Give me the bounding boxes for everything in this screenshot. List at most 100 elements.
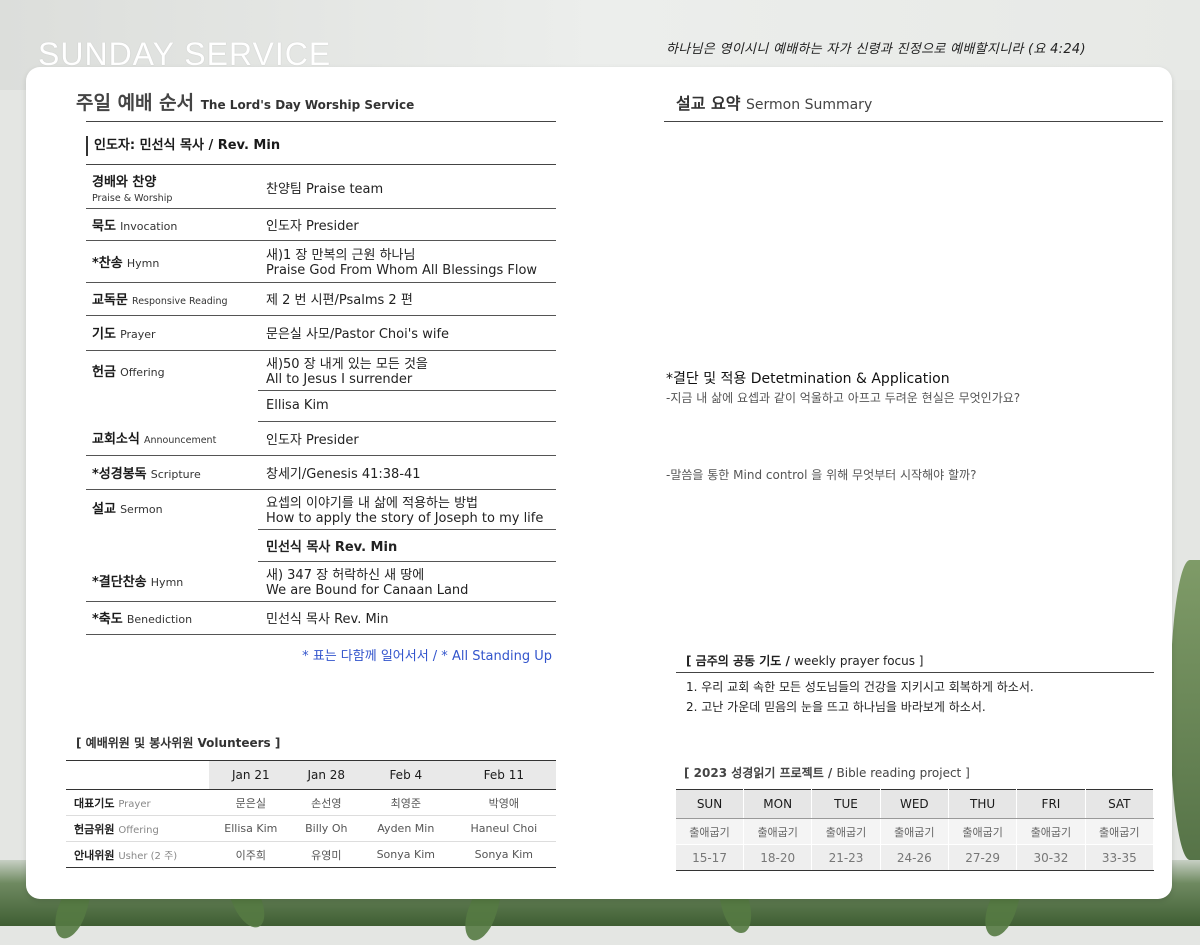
sermon-summary-title: 설교 요약 Sermon Summary	[676, 90, 872, 114]
volunteer-name: Ayden Min	[359, 815, 452, 842]
date-header: Jan 21	[209, 760, 293, 790]
order-row: 경배와 찬양 Praise & Worship 찬양팀 Praise team	[86, 168, 556, 209]
book-name: 출애굽기	[676, 818, 745, 845]
day-header: SUN	[676, 789, 745, 819]
table-row: 대표기도 Prayer 문은실 손선영 최영준 박영애	[66, 789, 556, 816]
order-row: 기도 Prayer 문은실 사모/Pastor Choi's wife	[86, 315, 556, 351]
day-header: MON	[743, 789, 813, 819]
order-item-value: 인도자 Presider	[258, 421, 556, 456]
sermon-summary-title-en: Sermon Summary	[746, 97, 873, 113]
volunteer-name: Sonya Kim	[359, 841, 452, 868]
order-item-value: 민선식 목사 Rev. Min	[258, 601, 556, 635]
order-item-label: 교독문 Responsive Reading	[86, 282, 258, 316]
order-item-preacher: 민선식 목사 Rev. Min	[258, 529, 556, 562]
volunteer-name: 이주희	[209, 841, 293, 868]
day-header: WED	[880, 789, 949, 819]
order-row: *성경봉독 Scripture 창세기/Genesis 41:38-41	[86, 455, 556, 490]
scripture-verse: 하나님은 영이시니 예배하는 자가 신령과 진정으로 예배할지니라 (요 4:2…	[666, 42, 1086, 57]
order-row: 민선식 목사 Rev. Min	[86, 529, 556, 562]
day-header: TUE	[811, 789, 881, 819]
book-name: 출애굽기	[948, 818, 1018, 845]
worship-order-title-en: The Lord's Day Worship Service	[200, 98, 415, 112]
book-name: 출애굽기	[1085, 818, 1155, 845]
volunteers-table: Jan 21 Jan 28 Feb 4 Feb 11 대표기도 Prayer 문…	[66, 760, 556, 868]
order-item-value: 문은실 사모/Pastor Choi's wife	[258, 315, 556, 351]
order-item-label: *결단찬송 Hymn	[86, 561, 258, 602]
order-item-label: 기도 Prayer	[86, 315, 258, 351]
order-row: 헌금 Offering 새)50 장 내게 있는 모든 것을 All to Jes…	[86, 350, 556, 391]
order-item-label: 헌금 Offering	[92, 364, 165, 380]
order-item-label: *찬송 Hymn	[86, 240, 258, 283]
worship-order-table: 경배와 찬양 Praise & Worship 찬양팀 Praise team 묵…	[86, 168, 556, 635]
chapters-row: 15-17 18-20 21-23 24-26 27-29 30-32 33-3…	[676, 844, 1155, 871]
order-item-label: *축도 Benediction	[86, 601, 258, 635]
order-item-offering-name: Ellisa Kim	[258, 390, 556, 422]
order-row: 설교 Sermon 요셉의 이야기를 내 삶에 적용하는 방법 How to ap…	[86, 489, 556, 530]
volunteer-name: Sonya Kim	[451, 841, 556, 868]
order-item-value: 새) 347 장 허락하신 새 땅에 We are Bound for Canaa…	[258, 561, 556, 602]
divider	[676, 672, 1154, 673]
order-item-label: 경배와 찬양 Praise & Worship	[86, 168, 258, 209]
divider	[86, 164, 556, 165]
volunteer-name: Haneul Choi	[451, 815, 556, 842]
prayer-focus-title: [ 금주의 공동 기도 / weekly prayer focus ]	[686, 654, 924, 668]
chapter-range: 27-29	[948, 844, 1018, 871]
table-row: 헌금위원 Offering Ellisa Kim Billy Oh Ayden …	[66, 815, 556, 842]
book-name: 출애굽기	[1016, 818, 1086, 845]
worship-order-title-kr: 주일 예배 순서	[76, 92, 195, 114]
chapter-range: 18-20	[743, 844, 813, 871]
order-item-value: 창세기/Genesis 41:38-41	[258, 455, 556, 490]
chapter-range: 33-35	[1085, 844, 1155, 871]
date-header: Feb 11	[451, 760, 556, 790]
volunteers-title: [ 예배위원 및 봉사위원 Volunteers ]	[76, 736, 281, 750]
leaf-side-image	[1170, 560, 1200, 860]
table-row: 안내위원 Usher (2 주) 이주희 유영미 Sonya Kim Sonya…	[66, 841, 556, 868]
chapter-range: 15-17	[676, 844, 745, 871]
sermon-summary-title-kr: 설교 요약	[676, 94, 741, 113]
order-row: 묵도 Invocation 인도자 Presider	[86, 208, 556, 241]
order-row: *찬송 Hymn 새)1 장 만복의 근원 하나님 Praise God From…	[86, 240, 556, 283]
order-row: *결단찬송 Hymn 새) 347 장 허락하신 새 땅에 We are Boun…	[86, 561, 556, 602]
bible-project-title: [ 2023 성경읽기 프로젝트 / Bible reading project…	[684, 766, 970, 780]
book-name: 출애굽기	[811, 818, 881, 845]
role-label: 대표기도 Prayer	[66, 789, 209, 816]
order-item-label: 묵도 Invocation	[86, 208, 258, 241]
application-question: -지금 내 삶에 요셉과 같이 억울하고 아프고 두려운 현실은 무엇인가요?	[666, 391, 1021, 405]
volunteer-name: Ellisa Kim	[209, 815, 293, 842]
order-item-value: 인도자 Presider	[258, 208, 556, 241]
volunteers-header-row: Jan 21 Jan 28 Feb 4 Feb 11	[66, 760, 556, 790]
order-item-label: 설교 Sermon	[92, 501, 163, 517]
order-row: 교회소식 Announcement 인도자 Presider	[86, 421, 556, 456]
worship-order-title: 주일 예배 순서 The Lord's Day Worship Service	[76, 88, 414, 115]
volunteer-name: 문은실	[209, 789, 293, 816]
order-row: 교독문 Responsive Reading 제 2 번 시편/Psalms 2…	[86, 282, 556, 316]
role-label: 안내위원 Usher (2 주)	[66, 841, 209, 868]
order-item-value: 제 2 번 시편/Psalms 2 편	[258, 282, 556, 316]
book-name: 출애굽기	[880, 818, 949, 845]
days-header-row: SUN MON TUE WED THU FRI SAT	[676, 789, 1155, 819]
service-leader: 인도자: 민선식 목사 / Rev. Min	[86, 136, 280, 156]
order-item-label: *성경봉독 Scripture	[86, 455, 258, 490]
book-name: 출애굽기	[743, 818, 813, 845]
order-item-label: 교회소식 Announcement	[86, 421, 258, 456]
chapter-range: 21-23	[811, 844, 881, 871]
volunteer-name: 최영준	[359, 789, 452, 816]
divider	[664, 121, 1163, 122]
date-header: Feb 4	[359, 760, 452, 790]
order-row: *축도 Benediction 민선식 목사 Rev. Min	[86, 601, 556, 635]
prayer-item: 2. 고난 가운데 믿음의 눈을 뜨고 하나님을 바라보게 하소서.	[686, 700, 986, 714]
order-item-value: 요셉의 이야기를 내 삶에 적용하는 방법 How to apply the st…	[258, 489, 556, 530]
order-item-value: 새)50 장 내게 있는 모든 것을 All to Jesus I surrend…	[258, 350, 556, 391]
chapter-range: 30-32	[1016, 844, 1086, 871]
bible-reading-table: SUN MON TUE WED THU FRI SAT 출애굽기 출애굽기 출애…	[676, 789, 1155, 871]
day-header: SAT	[1085, 789, 1155, 819]
order-item-value: 새)1 장 만복의 근원 하나님 Praise God From Whom All…	[258, 240, 556, 283]
chapter-range: 24-26	[880, 844, 949, 871]
divider	[86, 121, 556, 122]
books-row: 출애굽기 출애굽기 출애굽기 출애굽기 출애굽기 출애굽기 출애굽기	[676, 818, 1155, 845]
volunteer-name: 유영미	[292, 841, 360, 868]
day-header: THU	[948, 789, 1018, 819]
prayer-item: 1. 우리 교회 속한 모든 성도님들의 건강을 지키시고 회복하게 하소서.	[686, 680, 1034, 694]
volunteer-name: Billy Oh	[292, 815, 360, 842]
application-question: -말씀을 통한 Mind control 을 위해 무엇부터 시작해야 할까?	[666, 468, 977, 482]
